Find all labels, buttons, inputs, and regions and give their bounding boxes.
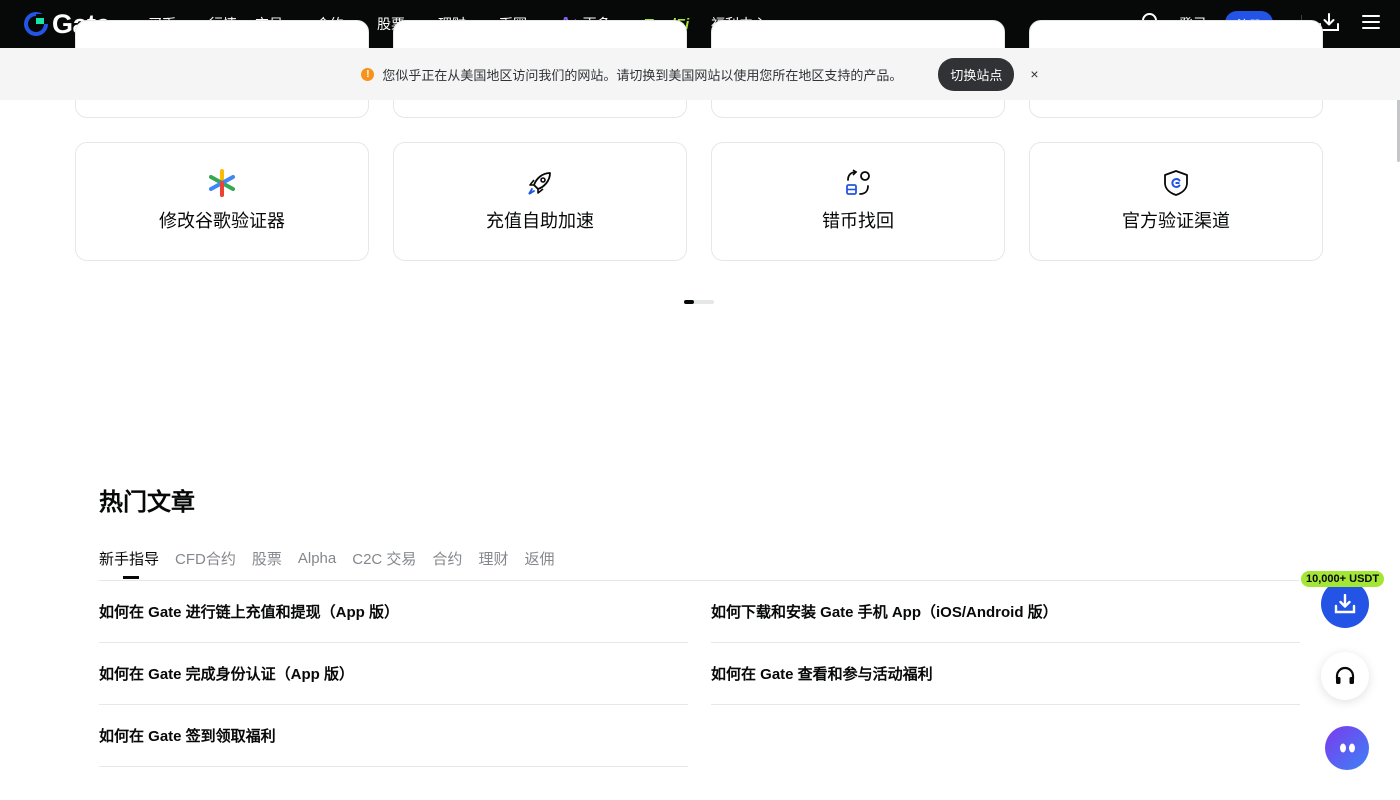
shield-icon [1161,168,1191,198]
card-wrong-coin-recovery[interactable]: 错币找回 [711,142,1005,261]
tab-alpha[interactable]: Alpha [298,550,336,567]
tab-referral[interactable]: 返佣 [524,548,554,569]
banner-message: 您似乎正在从美国地区访问我们的网站。请切换到美国网站以使用您所在地区支持的产品。 [382,67,903,83]
close-icon[interactable]: × [1030,66,1038,82]
gate-logo-icon [24,12,48,36]
menu-icon[interactable] [1362,14,1380,35]
article-link[interactable]: 如何下载和安装 Gate 手机 App（iOS/Android 版） [711,581,1300,643]
card-official-verification[interactable]: 官方验证渠道 [1029,142,1323,261]
tab-label: 新手指导 [99,551,160,568]
tab-futures[interactable]: 合约 [432,548,462,569]
tab-earn[interactable]: 理财 [478,548,508,569]
tab-active-indicator [123,576,139,579]
article-link[interactable]: 如何在 Gate 签到领取福利 [99,705,688,767]
download-icon [1334,594,1356,614]
carousel-pager[interactable] [684,300,714,304]
card-label: 错币找回 [822,211,894,231]
article-link[interactable]: 如何在 Gate 进行链上充值和提现（App 版） [99,581,688,643]
chatbot-icon [1340,743,1355,753]
customer-support-button[interactable] [1321,652,1369,700]
headset-icon [1335,666,1355,684]
tab-c2c[interactable]: C2C 交易 [352,548,416,569]
article-tabs: 新手指导 CFD合约 股票 Alpha C2C 交易 合约 理财 返佣 [99,548,570,579]
card-google-authenticator[interactable]: 修改谷歌验证器 [75,142,369,261]
section-title: 热门文章 [99,489,195,516]
warning-icon: ! [361,67,375,81]
pager-active-dot [684,300,694,304]
promo-badge: 10,000+ USDT [1301,571,1385,587]
chatbot-button[interactable] [1325,726,1369,770]
card-label: 修改谷歌验证器 [159,211,285,231]
tab-cfd[interactable]: CFD合约 [175,548,236,569]
card-deposit-acceleration[interactable]: 充值自助加速 [393,142,687,261]
google-authenticator-icon [207,168,237,198]
recover-icon [843,168,873,198]
article-link[interactable]: 如何在 Gate 查看和参与活动福利 [711,643,1300,705]
region-banner: ! 您似乎正在从美国地区访问我们的网站。请切换到美国网站以使用您所在地区支持的产… [0,48,1400,100]
tab-beginner-guide[interactable]: 新手指导 [99,548,160,579]
app-download-button[interactable] [1321,580,1369,628]
tab-stocks[interactable]: 股票 [252,548,282,569]
card-label: 官方验证渠道 [1122,211,1230,231]
card-label: 充值自助加速 [486,211,594,231]
rocket-icon [525,168,555,198]
switch-site-button[interactable]: 切换站点 [938,57,1015,91]
article-link[interactable]: 如何在 Gate 完成身份认证（App 版） [99,643,688,705]
